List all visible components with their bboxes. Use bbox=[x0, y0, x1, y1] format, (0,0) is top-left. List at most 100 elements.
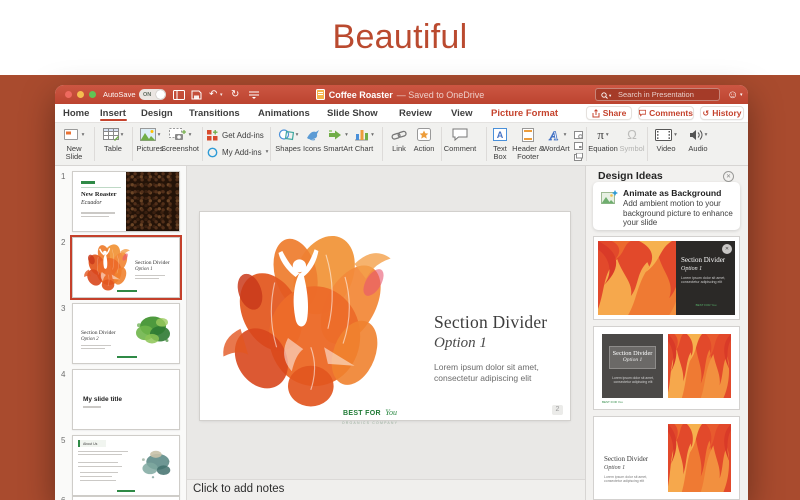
symbol-button[interactable]: Ω Symbol bbox=[617, 125, 647, 163]
slide-thumbnail-1[interactable]: New Roaster Ecuador bbox=[72, 171, 180, 232]
table-label: Table bbox=[104, 145, 122, 153]
tab-transitions[interactable]: Transitions bbox=[189, 104, 240, 123]
tab-view[interactable]: View bbox=[451, 104, 472, 123]
equation-label: Equation bbox=[588, 145, 618, 153]
animate-as-background-card[interactable]: Animate as Background Add ambient motion… bbox=[593, 182, 740, 230]
my-add-ins-button[interactable]: My Add-ins ▾ bbox=[207, 144, 268, 160]
audio-button[interactable]: ▾ Audio bbox=[683, 125, 713, 163]
document-save-status: — Saved to OneDrive bbox=[397, 90, 485, 100]
teal-illustration-art bbox=[129, 442, 177, 486]
comment-button[interactable]: Comment bbox=[439, 125, 481, 163]
slide-thumbnail-4[interactable]: My slide title bbox=[72, 369, 180, 430]
video-icon bbox=[655, 129, 672, 141]
get-add-ins-label: Get Add-ins bbox=[222, 131, 264, 140]
slide-thumbnail-6[interactable] bbox=[72, 496, 180, 500]
slide-thumbnail-5[interactable]: About Us bbox=[72, 435, 180, 496]
design-variant-3[interactable]: Section Divider Option 1 Lorem ipsum dol… bbox=[593, 416, 740, 500]
document-icon bbox=[316, 89, 325, 100]
slide-thumbnail-2-selected[interactable]: Section Divider Option 1 bbox=[72, 237, 180, 298]
get-add-ins-icon bbox=[207, 130, 218, 141]
autosave-label: AutoSave bbox=[103, 88, 136, 101]
video-button[interactable]: ▾ Video bbox=[651, 125, 681, 163]
action-icon bbox=[417, 128, 431, 141]
slide-number: 6 bbox=[61, 496, 65, 500]
link-icon bbox=[391, 129, 407, 141]
chart-button[interactable]: ▾ Chart bbox=[349, 125, 379, 163]
get-add-ins-button[interactable]: Get Add-ins bbox=[207, 127, 264, 143]
tab-slide-show[interactable]: Slide Show bbox=[327, 104, 378, 123]
slide-title[interactable]: Section Divider bbox=[434, 312, 547, 333]
slide-number: 3 bbox=[61, 304, 65, 313]
undo-chevron-icon[interactable]: ▾ bbox=[220, 88, 223, 101]
chevron-down-icon: ▾ bbox=[189, 132, 192, 138]
mini-label: About Us bbox=[83, 442, 97, 446]
variant-title: Section Divider bbox=[610, 350, 655, 357]
text-box-icon: A bbox=[493, 128, 507, 141]
slide-thumbnail-panel: 1 New Roaster Ecuador 2 Section Divider … bbox=[55, 166, 187, 500]
window-titlebar: AutoSave ON ↶ ▾ ↻ Coffee Roaster — Saved… bbox=[55, 85, 748, 104]
close-icon[interactable]: ✕ bbox=[723, 171, 734, 182]
zoom-window-button[interactable] bbox=[89, 91, 96, 98]
mini-text-bar bbox=[81, 345, 111, 346]
tab-review[interactable]: Review bbox=[399, 104, 432, 123]
symbol-icon: Ω bbox=[627, 127, 637, 142]
mini-kicker-bar bbox=[81, 181, 95, 184]
chevron-down-icon: ▾ bbox=[564, 132, 567, 138]
slide-subtitle[interactable]: Option 1 bbox=[434, 335, 487, 352]
audio-icon bbox=[689, 129, 703, 141]
mini-text-bar bbox=[78, 466, 122, 467]
slide-body-text[interactable]: Lorem ipsum dolor sit amet, consectetur … bbox=[434, 362, 556, 383]
search-scope-chevron-icon[interactable]: ▾ bbox=[609, 93, 611, 99]
pictures-icon bbox=[140, 128, 156, 141]
active-tab-underline bbox=[100, 119, 127, 121]
screenshot-label: Screenshot bbox=[161, 145, 199, 153]
variant-subtitle: Option 1 bbox=[604, 465, 625, 471]
save-icon[interactable] bbox=[191, 88, 202, 101]
search-input[interactable] bbox=[618, 89, 716, 100]
logo-script-text: You bbox=[385, 408, 397, 417]
tab-picture-format[interactable]: Picture Format bbox=[491, 104, 558, 123]
mini-bullet-bar bbox=[80, 472, 118, 473]
history-button[interactable]: ↺ History bbox=[700, 106, 744, 120]
mini-logo-bar bbox=[117, 290, 137, 292]
undo-icon[interactable]: ↶ bbox=[209, 88, 217, 101]
chevron-down-icon: ▾ bbox=[606, 132, 609, 138]
close-window-button[interactable] bbox=[65, 91, 72, 98]
slide-number: 1 bbox=[61, 172, 65, 181]
logo-sub-text: ORGANICS COMPANY bbox=[330, 421, 410, 425]
slide-thumbnail-3[interactable]: Section Divider Option 2 bbox=[72, 303, 180, 364]
feedback-smiley-icon[interactable]: ☺ bbox=[727, 88, 738, 101]
slide-number: 5 bbox=[61, 436, 65, 445]
card-description: Add ambient motion to your background pi… bbox=[623, 199, 735, 228]
minimize-window-button[interactable] bbox=[77, 91, 84, 98]
screenshot-button[interactable]: ▾ Screenshot bbox=[159, 125, 201, 163]
chevron-down-icon: ▾ bbox=[674, 132, 677, 138]
screenshot-stage: Beautiful AutoSave ON ↶ ▾ ↻ bbox=[0, 0, 800, 500]
new-slide-button[interactable]: ▾ New Slide bbox=[57, 125, 91, 163]
design-variant-1[interactable]: Section Divider Option 1 Lorem ipsum dol… bbox=[593, 236, 740, 320]
feedback-chevron-icon[interactable]: ▾ bbox=[740, 88, 743, 101]
notes-pane[interactable]: Click to add notes bbox=[187, 479, 585, 500]
tab-design[interactable]: Design bbox=[141, 104, 173, 123]
slide-canvas[interactable]: Section Divider Option 1 Lorem ipsum dol… bbox=[200, 212, 570, 420]
mini-callout-box: About Us bbox=[78, 440, 106, 447]
autosave-state: ON bbox=[143, 92, 151, 98]
share-button[interactable]: Share bbox=[586, 106, 632, 120]
animate-background-icon bbox=[601, 190, 618, 204]
svg-text:A: A bbox=[497, 130, 504, 140]
dismiss-variant-icon[interactable]: ✕ bbox=[722, 244, 732, 254]
table-button[interactable]: ▾ Table bbox=[95, 125, 131, 163]
mini-text-bar bbox=[78, 451, 128, 452]
comments-button[interactable]: Comments bbox=[638, 106, 694, 120]
object-icon[interactable] bbox=[574, 148, 583, 166]
wordart-button[interactable]: A▾ WordArt bbox=[539, 125, 573, 163]
new-slide-icon bbox=[64, 128, 80, 141]
normal-view-icon[interactable] bbox=[173, 88, 185, 101]
variant-title: Section Divider bbox=[604, 455, 648, 463]
tab-home[interactable]: Home bbox=[63, 104, 89, 123]
autosave-toggle[interactable]: ON bbox=[139, 89, 166, 100]
design-variant-2[interactable]: Section Divider Option 1 Lorem ipsum dol… bbox=[593, 326, 740, 410]
tab-animations[interactable]: Animations bbox=[258, 104, 310, 123]
action-button[interactable]: Action bbox=[409, 125, 439, 163]
chevron-down-icon: ▾ bbox=[82, 132, 85, 138]
